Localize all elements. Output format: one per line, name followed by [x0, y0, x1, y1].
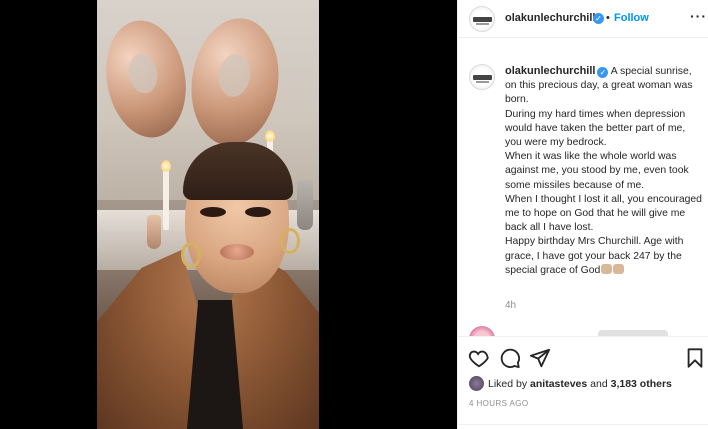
author-username[interactable]: olakunlechurchill — [505, 12, 595, 24]
post-sidebar: olakunlechurchill ✓ • Follow ··· olakunl… — [457, 0, 708, 429]
caption-username[interactable]: olakunlechurchill — [505, 65, 595, 77]
post-actions: Liked by anitasteves and 3,183 others 4 … — [458, 336, 708, 428]
praying-hands-emoji-icon — [601, 263, 613, 274]
heart-icon[interactable] — [468, 347, 490, 369]
post-header: olakunlechurchill ✓ • Follow ··· — [458, 0, 708, 38]
caption-timestamp[interactable]: 4h — [505, 300, 516, 311]
next-comment-avatar[interactable] — [469, 326, 495, 336]
caption-line: When it was like the whole world was aga… — [505, 151, 689, 191]
lips — [220, 244, 254, 260]
vase — [297, 180, 313, 230]
post-media[interactable] — [0, 0, 457, 429]
caption-line: Happy birthday Mrs Churchill. Age with g… — [505, 236, 684, 276]
liker-avatar[interactable] — [469, 376, 484, 391]
more-options-icon[interactable]: ··· — [690, 8, 707, 24]
earring — [280, 228, 300, 254]
wine-glass — [147, 215, 161, 249]
verified-badge-icon: ✓ — [593, 13, 604, 24]
caption-author-avatar[interactable] — [469, 64, 495, 90]
post-photo[interactable] — [97, 0, 319, 429]
caption-section: olakunlechurchill ✓ A special sunrise, on… — [458, 38, 708, 336]
caption-line: During my hard times when depression wou… — [505, 108, 686, 149]
author-avatar[interactable] — [469, 6, 495, 32]
earring — [181, 242, 201, 268]
add-comment-divider — [458, 424, 708, 429]
follow-button[interactable]: Follow — [614, 12, 649, 24]
eye — [200, 207, 226, 217]
candle — [161, 160, 171, 230]
comment-icon[interactable] — [499, 347, 521, 369]
separator-dot: • — [606, 12, 610, 24]
post-timestamp[interactable]: 4 HOURS AGO — [469, 399, 529, 408]
eye — [245, 207, 271, 217]
verified-badge-icon: ✓ — [597, 67, 609, 78]
bookmark-icon[interactable] — [684, 347, 706, 369]
caption-line: When I thought I lost it all, you encour… — [505, 193, 702, 234]
likes-summary: Liked by anitasteves and 3,183 others — [469, 376, 672, 391]
praying-hands-emoji-icon — [613, 263, 625, 274]
liker-username[interactable]: anitasteves — [530, 378, 587, 390]
share-icon[interactable] — [529, 347, 551, 369]
likes-count[interactable]: 3,183 others — [611, 378, 672, 390]
caption-text: olakunlechurchill ✓ A special sunrise, on… — [505, 64, 703, 278]
